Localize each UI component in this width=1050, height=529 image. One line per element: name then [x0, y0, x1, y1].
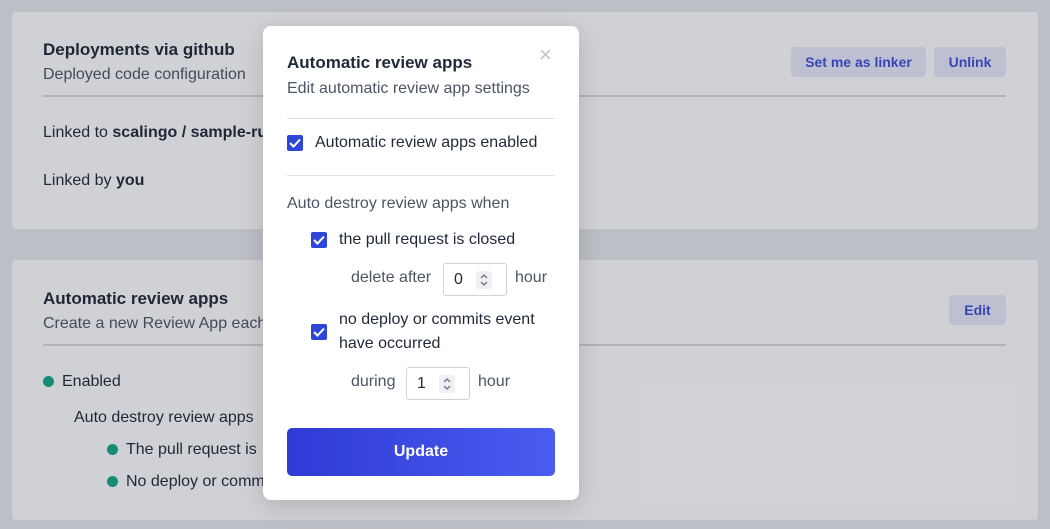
update-button[interactable]: Update — [287, 428, 555, 476]
pr-closed-label[interactable]: the pull request is closed — [339, 231, 515, 249]
spinner-arrows-icon — [480, 274, 488, 286]
delete-after-spinner[interactable] — [476, 271, 492, 289]
check-icon — [313, 235, 325, 245]
modal-divider-top — [287, 118, 555, 119]
modal-subtitle: Edit automatic review app settings — [287, 80, 530, 97]
enabled-checkbox-label[interactable]: Automatic review apps enabled — [315, 134, 537, 152]
delete-after-unit: hour — [515, 269, 548, 286]
during-stepper[interactable] — [406, 367, 470, 400]
app-page: Deployments via github Deployed code con… — [0, 0, 1050, 529]
check-icon — [289, 138, 301, 148]
during-input[interactable] — [417, 375, 439, 393]
no-deploy-label-line2[interactable]: have occurred — [339, 335, 440, 353]
modal-divider-middle — [287, 175, 555, 176]
no-deploy-label-line1[interactable]: no deploy or commits event — [339, 311, 535, 329]
spinner-arrows-icon — [443, 378, 451, 390]
pr-closed-checkbox[interactable] — [311, 232, 327, 248]
delete-after-stepper[interactable] — [443, 263, 507, 296]
during-unit: hour — [478, 373, 511, 390]
during-label: during — [351, 373, 396, 390]
delete-after-label: delete after — [351, 269, 432, 286]
modal-title: Automatic review apps — [287, 53, 473, 72]
no-deploy-checkbox[interactable] — [311, 324, 327, 340]
enabled-checkbox[interactable] — [287, 135, 303, 151]
check-icon — [313, 327, 325, 337]
review-apps-modal: Automatic review apps Edit automatic rev… — [263, 26, 579, 500]
auto-destroy-heading: Auto destroy review apps when — [287, 195, 510, 212]
delete-after-input[interactable] — [454, 271, 476, 289]
close-icon[interactable]: × — [539, 44, 552, 66]
during-spinner[interactable] — [439, 375, 455, 393]
